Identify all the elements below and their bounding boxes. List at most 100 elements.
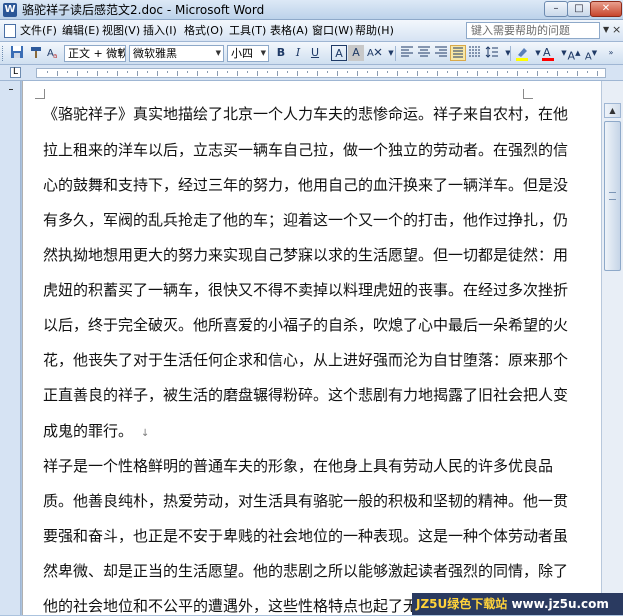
format-painter-icon[interactable] (28, 45, 44, 61)
text-line[interactable]: 祥子是一个性格鲜明的普通车夫的形象，在他身上具有劳动人民的许多优良品 (43, 456, 553, 476)
ruler-tick (277, 71, 278, 76)
ruler-tick (87, 71, 88, 73)
ruler-ticks (37, 69, 605, 77)
word-app-icon[interactable]: W (3, 3, 17, 17)
ruler-tick (547, 71, 548, 73)
ruler-tick (217, 71, 218, 76)
text-line[interactable]: 然卑微、却是正当的生活愿望。他的悲剧之所以能够激起读者强烈的同情，除了 (43, 561, 568, 581)
highlight-icon[interactable] (514, 45, 530, 61)
text-line[interactable]: 花，他丧失了对于生活任何企求和信心，从上进好强而沦为自甘堕落：原来那个 (43, 350, 568, 370)
ruler-track[interactable] (36, 68, 606, 78)
toolbar-grip[interactable] (2, 46, 6, 61)
char-shading-button[interactable]: A (348, 45, 364, 61)
menu-tools[interactable]: 工具(T) (229, 24, 266, 38)
text-line[interactable]: 《骆驼祥子》真实地描绘了北京一个人力车夫的悲惨命运。祥子来自农村，在他 (43, 104, 568, 124)
font-size-select[interactable]: 小四 ▼ (227, 45, 269, 62)
maximize-button[interactable]: □ (567, 1, 591, 17)
ruler-tick (267, 71, 268, 73)
font-select[interactable]: 微软雅黑 ▼ (129, 45, 224, 62)
menu-insert[interactable]: 插入(I) (143, 24, 177, 38)
scrollbar-thumb[interactable] (604, 121, 621, 271)
char-scale-icon[interactable]: A (366, 45, 382, 61)
align-right-icon[interactable] (433, 45, 449, 61)
help-dropdown-icon[interactable]: ▼ (603, 25, 609, 34)
text-line[interactable]: 心的鼓舞和支持下，经过三年的努力，他用自己的血汗换来了一辆洋车。但是没 (43, 175, 568, 195)
chevron-down-icon: ▼ (260, 49, 266, 57)
svg-text:A: A (367, 48, 374, 59)
line-spacing-icon[interactable] (484, 45, 500, 61)
horizontal-ruler[interactable]: L (0, 65, 623, 81)
window-title: 骆驼祥子读后感范文2.doc - Microsoft Word (22, 3, 265, 17)
align-center-icon[interactable] (416, 45, 432, 61)
ruler-tick (587, 71, 588, 73)
ruler-tick (357, 71, 358, 76)
ruler-tick (127, 71, 128, 73)
ruler-tick (117, 71, 118, 76)
ruler-tick (137, 71, 138, 76)
text-line[interactable]: 正直善良的祥子，被生活的磨盘辗得粉碎。这个悲剧有力地揭露了旧社会把人变 (43, 385, 568, 405)
styles-icon[interactable]: Aa (45, 45, 61, 61)
menu-edit[interactable]: 编辑(E) (62, 24, 100, 38)
ruler-tick (147, 71, 148, 73)
ruler-tick (367, 71, 368, 73)
text-line[interactable]: 有多久，军阀的乱兵抢走了他的车；迎着这一个又一个的打击，他作过挣扎，仍 (43, 210, 568, 230)
text-line[interactable]: 以后，终于完全破灭。他所喜爱的小福子的自杀，吹熄了心中最后一朵希望的火 (43, 315, 568, 335)
font-color-icon[interactable]: A (540, 45, 556, 61)
text-line[interactable]: 要强和奋斗，也正是不安于卑贱的社会地位的一种表现。这是一种个体劳动者虽 (43, 526, 568, 546)
vertical-scrollbar[interactable]: ▲ (601, 81, 623, 615)
text-line[interactable]: 然执拗地想用更大的努力来实现自己梦寐以求的生活愿望。但一切都是徒然：用 (43, 245, 568, 265)
toolbar-separator (510, 46, 511, 61)
ruler-tick (597, 71, 598, 76)
ruler-tick (327, 71, 328, 73)
underline-button[interactable]: U (307, 45, 323, 61)
toolbar-options-icon[interactable]: » (603, 45, 619, 61)
menu-format[interactable]: 格式(O) (184, 24, 223, 38)
close-window-button[interactable]: ✕ (590, 1, 622, 17)
ruler-tick (197, 71, 198, 76)
ruler-tick (377, 71, 378, 76)
help-search-input[interactable]: 键入需要帮助的问题 (466, 22, 600, 39)
ruler-tick (247, 71, 248, 73)
text-boundary-corner (35, 89, 45, 99)
style-select[interactable]: 正文 + 微软 ▼ (64, 45, 126, 62)
ruler-tick (77, 71, 78, 76)
ruler-tick (417, 71, 418, 76)
grow-font-button[interactable]: A▲ (566, 45, 582, 63)
ruler-tick (157, 71, 158, 76)
italic-button[interactable]: I (290, 45, 306, 61)
text-line[interactable]: 拉上租来的洋车以后，立志买一辆车自己拉，做一个独立的劳动者。在强烈的信 (43, 140, 568, 160)
menu-view[interactable]: 视图(V) (102, 24, 140, 38)
ruler-tick (167, 71, 168, 73)
scroll-up-icon[interactable]: ▲ (604, 103, 621, 118)
close-document-icon[interactable]: × (612, 23, 621, 36)
document-page[interactable]: 《骆驼祥子》真实地描绘了北京一个人力车夫的悲惨命运。祥子来自农村，在他 拉上租来… (22, 81, 601, 615)
menu-help[interactable]: 帮助(H) (355, 24, 394, 38)
ruler-tick (317, 71, 318, 76)
menu-window[interactable]: 窗口(W) (312, 24, 353, 38)
ruler-tick (337, 71, 338, 76)
text-line[interactable]: 质。他善良纯朴，热爱劳动，对生活具有骆驼一般的积极和坚韧的精神。他一贯 (43, 491, 568, 511)
text-line[interactable]: 虎妞的积蓄买了一辆车，很快又不得不卖掉以料理虎妞的丧事。在经过多次挫折 (43, 280, 568, 300)
document-icon[interactable] (4, 24, 16, 38)
ruler-tick (507, 71, 508, 73)
minimize-button[interactable]: – (544, 1, 568, 17)
ruler-tick (517, 71, 518, 76)
shrink-font-button[interactable]: A▼ (583, 45, 599, 62)
ruler-tick (237, 71, 238, 76)
ruler-tick (487, 71, 488, 73)
menu-bar: 文件(F) 编辑(E) 视图(V) 插入(I) 格式(O) 工具(T) 表格(A… (0, 20, 623, 42)
ruler-tick (567, 71, 568, 73)
menu-table[interactable]: 表格(A) (270, 24, 308, 38)
menu-file[interactable]: 文件(F) (20, 24, 57, 38)
tab-stop-selector[interactable]: L (10, 67, 21, 78)
ruler-tick (187, 71, 188, 73)
chevron-down-icon[interactable]: ▼ (383, 45, 399, 61)
char-border-button[interactable]: A (331, 45, 347, 61)
save-icon[interactable] (9, 45, 25, 61)
text-line-paragraph-end[interactable]: 成鬼的罪行。 ↓ (43, 421, 149, 444)
vertical-ruler[interactable] (0, 81, 21, 615)
justify-icon[interactable] (450, 45, 466, 61)
bold-button[interactable]: B (273, 45, 289, 61)
distribute-icon[interactable] (467, 45, 483, 61)
align-left-icon[interactable] (399, 45, 415, 61)
